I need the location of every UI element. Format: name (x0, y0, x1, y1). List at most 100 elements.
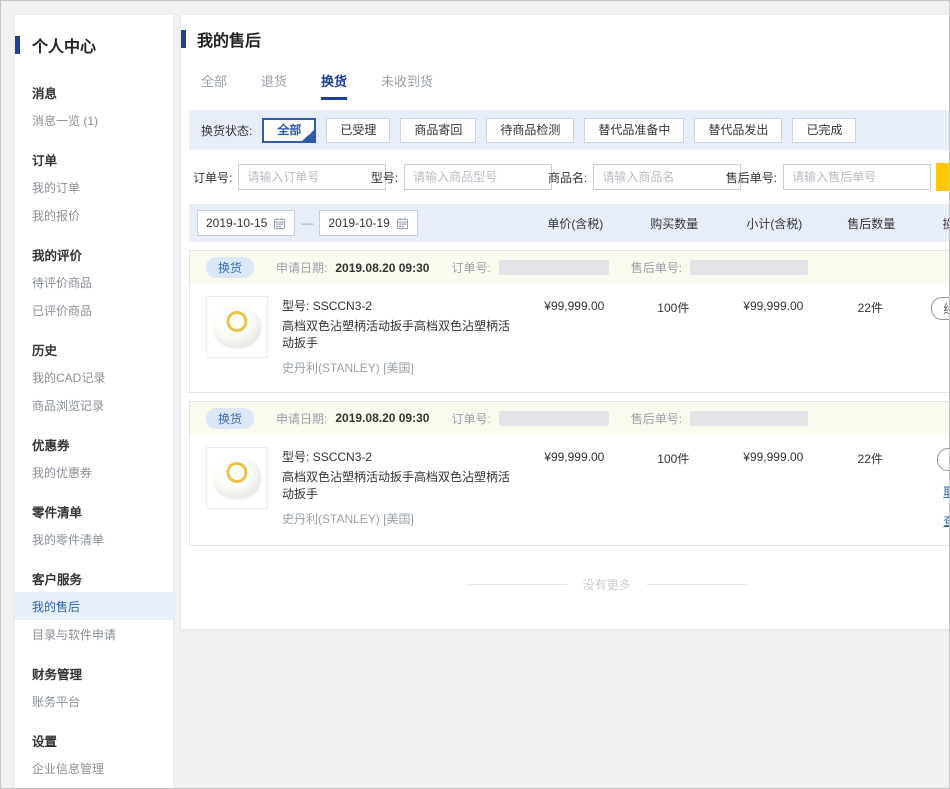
tab-all[interactable]: 全部 (201, 71, 227, 100)
aftersale-no-redacted-value (690, 260, 808, 275)
sidebar-item-my-orders[interactable]: 我的订单 (32, 173, 173, 201)
filter-option-replacement-preparing[interactable]: 替代品准备中 (584, 118, 684, 143)
product-name: 高档双色沾塑柄活动扳手高档双色沾塑柄活动扳手 (282, 318, 519, 353)
date-end-input[interactable]: 2019-10-19 (319, 210, 417, 236)
section-heading: 客户服务 (32, 565, 173, 592)
filter-option-replacement-shipped[interactable]: 替代品发出 (694, 118, 782, 143)
filter-option-pending-inspection[interactable]: 待商品检测 (486, 118, 574, 143)
column-aftersale-qty: 售后数量 (830, 215, 912, 232)
status-cell: 线下受理 (911, 296, 950, 320)
product-cell: 型号: SSCCN3-2 高档双色沾塑柄活动扳手高档双色沾塑柄活动扳手 史丹利(… (190, 447, 519, 527)
order-no-label: 订单号: (451, 410, 490, 427)
sidebar-item-my-parts-list[interactable]: 我的零件清单 (32, 525, 173, 553)
check-icon: ✓ (308, 122, 315, 143)
sidebar-section-history: 历史 我的CAD记录 商品浏览记录 (32, 336, 173, 419)
section-heading: 我的评价 (32, 241, 173, 268)
no-more-text: 没有更多 (583, 576, 631, 593)
model-input[interactable] (404, 164, 552, 190)
cancel-aftersale-link[interactable]: 取消售后 (943, 483, 950, 500)
filter-option-all[interactable]: 全部 ✓ (262, 118, 316, 143)
date-start-input[interactable]: 2019-10-15 (197, 210, 295, 236)
sidebar-item-my-quotes[interactable]: 我的报价 (32, 201, 173, 229)
tab-returns[interactable]: 退货 (261, 71, 287, 100)
sidebar-item-my-coupons[interactable]: 我的优惠券 (32, 458, 173, 486)
sidebar-item-catalog-software[interactable]: 目录与软件申请 (32, 620, 173, 648)
product-image[interactable] (206, 296, 268, 358)
calendar-icon (273, 217, 286, 230)
model-label: 型号: (282, 450, 309, 464)
aftersale-no-label: 售后单号: (631, 410, 682, 427)
sidebar: 个人中心 消息 消息一览 (1) 订单 我的订单 我的报价 我的评价 待评价商品… (15, 15, 173, 789)
date-range-picker: 2019-10-15 — 2019-10-19 (189, 210, 520, 236)
sidebar-section-customer-service: 客户服务 我的售后 目录与软件申请 (32, 565, 173, 648)
calendar-icon (396, 217, 409, 230)
sidebar-item-browse-history[interactable]: 商品浏览记录 (32, 391, 173, 419)
page-title-row: 我的售后 (181, 15, 950, 53)
aftersale-no-input[interactable] (783, 164, 931, 190)
order-card-body: 型号: SSCCN3-2 高档双色沾塑柄活动扳手高档双色沾塑柄活动扳手 史丹利(… (190, 284, 950, 392)
order-no-redacted-value (499, 411, 609, 426)
sidebar-item-billing-platform[interactable]: 账务平台 (32, 687, 173, 715)
filter-label: 换货状态: (201, 122, 252, 139)
search-button[interactable]: 搜索 (936, 163, 950, 191)
unit-price-value: ¥99,999.00 (519, 447, 629, 464)
column-subtotal: 小计(含税) (718, 215, 830, 232)
product-name-input[interactable] (593, 164, 741, 190)
column-purchase-qty: 购买数量 (630, 215, 718, 232)
exchange-type-badge: 换货 (206, 408, 254, 429)
sidebar-section-reviews: 我的评价 待评价商品 已评价商品 (32, 241, 173, 324)
purchase-qty-value: 100件 (629, 296, 717, 316)
page-title: 我的售后 (186, 27, 261, 51)
sidebar-section-parts-list: 零件清单 我的零件清单 (32, 498, 173, 553)
section-heading: 零件清单 (32, 498, 173, 525)
product-model: 型号: SSCCN3-2 (282, 297, 519, 314)
divider-line (467, 584, 567, 585)
filter-option-accepted[interactable]: 已受理 (326, 118, 390, 143)
model-label: 型号: (371, 169, 398, 186)
product-image[interactable] (206, 447, 268, 509)
product-info: 型号: SSCCN3-2 高档双色沾塑柄活动扳手高档双色沾塑柄活动扳手 史丹利(… (282, 296, 519, 376)
tab-not-received[interactable]: 未收到货 (381, 71, 433, 100)
filter-option-completed[interactable]: 已完成 (792, 118, 856, 143)
section-heading: 消息 (32, 79, 173, 106)
sidebar-section-finance: 财务管理 账务平台 (32, 660, 173, 715)
product-info: 型号: SSCCN3-2 高档双色沾塑柄活动扳手高档双色沾塑柄活动扳手 史丹利(… (282, 447, 519, 527)
order-card: 换货 申请日期: 2019.08.20 09:30 订单号: 售后单号: 型号: (189, 401, 950, 546)
view-details-link[interactable]: 查看详情 (943, 512, 950, 529)
sidebar-item-cad-history[interactable]: 我的CAD记录 (32, 363, 173, 391)
product-model: 型号: SSCCN3-2 (282, 448, 519, 465)
respirator-mask-graphic (211, 454, 263, 501)
filter-option-item-returned[interactable]: 商品寄回 (400, 118, 476, 143)
tab-exchange[interactable]: 换货 (321, 71, 347, 100)
apply-date-value: 2019.08.20 09:30 (335, 411, 429, 425)
order-card-header: 换货 申请日期: 2019.08.20 09:30 订单号: 售后单号: (190, 402, 950, 435)
exchange-type-badge: 换货 (206, 257, 254, 278)
sidebar-item-my-aftersales[interactable]: 我的售后 (15, 592, 173, 620)
order-no-input[interactable] (238, 164, 386, 190)
sidebar-item-pending-reviews[interactable]: 待评价商品 (32, 268, 173, 296)
product-name: 高档双色沾塑柄活动扳手高档双色沾塑柄活动扳手 (282, 469, 519, 504)
sidebar-item-company-info[interactable]: 企业信息管理 (32, 754, 173, 782)
sidebar-item-personal-info[interactable]: 个人信息管理 (32, 782, 173, 789)
date-end-value: 2019-10-19 (328, 216, 389, 230)
section-heading: 历史 (32, 336, 173, 363)
list-header-row: 2019-10-15 — 2019-10-19 单价(含税) 购买数量 小计(含… (189, 204, 950, 242)
section-heading: 设置 (32, 727, 173, 754)
apply-date-value: 2019.08.20 09:30 (335, 261, 429, 275)
sidebar-section-coupons: 优惠券 我的优惠券 (32, 431, 173, 486)
order-card-body: 型号: SSCCN3-2 高档双色沾塑柄活动扳手高档双色沾塑柄活动扳手 史丹利(… (190, 435, 950, 545)
column-unit-price: 单价(含税) (520, 215, 630, 232)
order-no-label: 订单号: (193, 169, 232, 186)
page: 个人中心 消息 消息一览 (1) 订单 我的订单 我的报价 我的评价 待评价商品… (0, 0, 950, 789)
sidebar-section-orders: 订单 我的订单 我的报价 (32, 146, 173, 229)
status-badge: 线下受理 (931, 297, 950, 320)
status-cell: 已受理 取消售后 查看详情 (911, 447, 950, 529)
respirator-mask-graphic (211, 304, 263, 351)
subtotal-value: ¥99,999.00 (717, 447, 829, 464)
search-group-order-no: 订单号: (193, 164, 363, 190)
section-heading: 优惠券 (32, 431, 173, 458)
date-range-separator: — (301, 216, 313, 230)
sidebar-item-done-reviews[interactable]: 已评价商品 (32, 296, 173, 324)
sidebar-item-message-list[interactable]: 消息一览 (1) (32, 106, 173, 134)
sidebar-title: 个人中心 (20, 33, 96, 57)
